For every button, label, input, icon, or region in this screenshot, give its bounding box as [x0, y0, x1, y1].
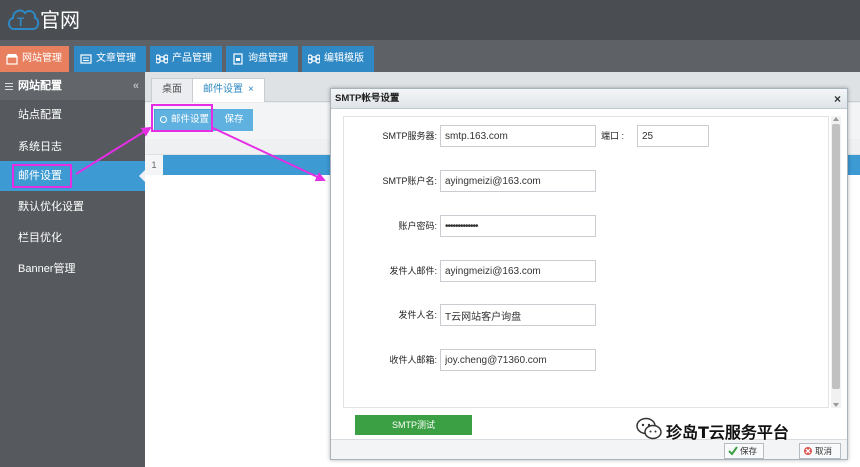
tab-inquiry-management[interactable]: 询盘管理 [226, 46, 298, 72]
save-button[interactable]: 保存 [215, 109, 253, 131]
tab-label: 编辑模版 [324, 53, 364, 64]
smtp-account-input[interactable] [440, 170, 596, 192]
dialog-title: SMTP帐号设置 [335, 93, 400, 104]
wechat-icon [636, 417, 662, 440]
scrollbar-thumb[interactable] [832, 124, 840, 389]
highlight-box-mail-button [151, 104, 213, 132]
tab-label: 文章管理 [96, 53, 136, 64]
password-input[interactable] [440, 215, 596, 237]
sidebar-item-system-log[interactable]: 系统日志 [0, 132, 145, 162]
recipient-email-input[interactable] [440, 349, 596, 371]
button-label: 保存 [740, 446, 758, 456]
tab-article-management[interactable]: 文章管理 [74, 46, 146, 72]
sidebar-item-banner[interactable]: Banner管理 [0, 254, 145, 284]
tab-mail-settings[interactable]: 邮件设置 × [192, 78, 265, 102]
sidebar-section-header[interactable]: 网站配置 « [0, 72, 145, 100]
svg-text:T: T [17, 15, 25, 29]
tab-product-management[interactable]: 产品管理 [150, 46, 222, 72]
sender-name-label: 发件人名: [398, 310, 437, 320]
logo-text: 官网 [40, 8, 80, 32]
box-icon [233, 53, 243, 65]
cloud-logo-icon[interactable]: T [6, 3, 40, 35]
tab-label: 网站管理 [22, 53, 62, 64]
sender-name-input[interactable] [440, 304, 596, 326]
recipient-email-label: 收件人邮箱: [389, 355, 437, 365]
sidebar-item-site-config[interactable]: 站点配置 [0, 100, 145, 130]
top-nav: 网站管理 文章管理 产品管理 询盘管理 编辑模版 [0, 40, 860, 72]
smtp-settings-dialog: SMTP帐号设置 × SMTP服务器: 端口 : SMTP账户名: 账户密码: … [330, 88, 848, 460]
button-label: 取消 [815, 446, 833, 456]
sidebar-item-default-seo[interactable]: 默认优化设置 [0, 192, 145, 222]
dialog-title-bar[interactable]: SMTP帐号设置 × [331, 89, 847, 109]
dialog-form: SMTP服务器: 端口 : SMTP账户名: 账户密码: 发件人邮件: 发件人名… [343, 116, 829, 408]
tab-label: 产品管理 [172, 53, 212, 64]
store-icon [6, 54, 18, 65]
dialog-save-button[interactable]: 保存 [724, 443, 764, 459]
port-input[interactable] [637, 125, 709, 147]
sidebar: 网站配置 « 站点配置 系统日志 邮件设置 默认优化设置 栏目优化 Banner… [0, 72, 145, 467]
dialog-scrollbar[interactable] [831, 116, 841, 408]
tab-desktop[interactable]: 桌面 [151, 78, 193, 102]
check-icon [728, 446, 738, 456]
app-header: T 官网 [0, 0, 860, 40]
menu-icon [5, 83, 13, 90]
collapse-icon[interactable]: « [133, 72, 139, 100]
list-icon [80, 54, 92, 64]
command-icon [156, 54, 168, 64]
smtp-account-label: SMTP账户名: [382, 176, 437, 186]
sidebar-section-title: 网站配置 [18, 80, 62, 92]
command-icon [308, 54, 320, 64]
tab-label: 询盘管理 [248, 53, 288, 64]
tab-label: 桌面 [162, 84, 182, 95]
port-label: 端口 : [600, 131, 624, 141]
tab-label: 邮件设置 [203, 84, 243, 95]
watermark-text: 珍岛T云服务平台 [666, 423, 789, 442]
scroll-up-icon[interactable] [833, 117, 839, 121]
password-label: 账户密码: [398, 221, 437, 231]
sidebar-item-column-seo[interactable]: 栏目优化 [0, 223, 145, 253]
tab-site-management[interactable]: 网站管理 [0, 46, 69, 72]
smtp-server-label: SMTP服务器: [382, 131, 437, 141]
close-icon[interactable]: × [834, 89, 841, 109]
highlight-box-sidebar [12, 164, 72, 188]
tab-edit-template[interactable]: 编辑模版 [302, 46, 374, 72]
smtp-test-button[interactable]: SMTP测试 [355, 415, 472, 435]
sender-email-input[interactable] [440, 260, 596, 282]
row-number: 1 [145, 155, 163, 175]
dialog-cancel-button[interactable]: 取消 [799, 443, 841, 459]
cancel-icon [804, 447, 812, 455]
sender-email-label: 发件人邮件: [389, 266, 437, 276]
close-tab-icon[interactable]: × [248, 84, 254, 95]
scroll-down-icon[interactable] [833, 403, 839, 407]
